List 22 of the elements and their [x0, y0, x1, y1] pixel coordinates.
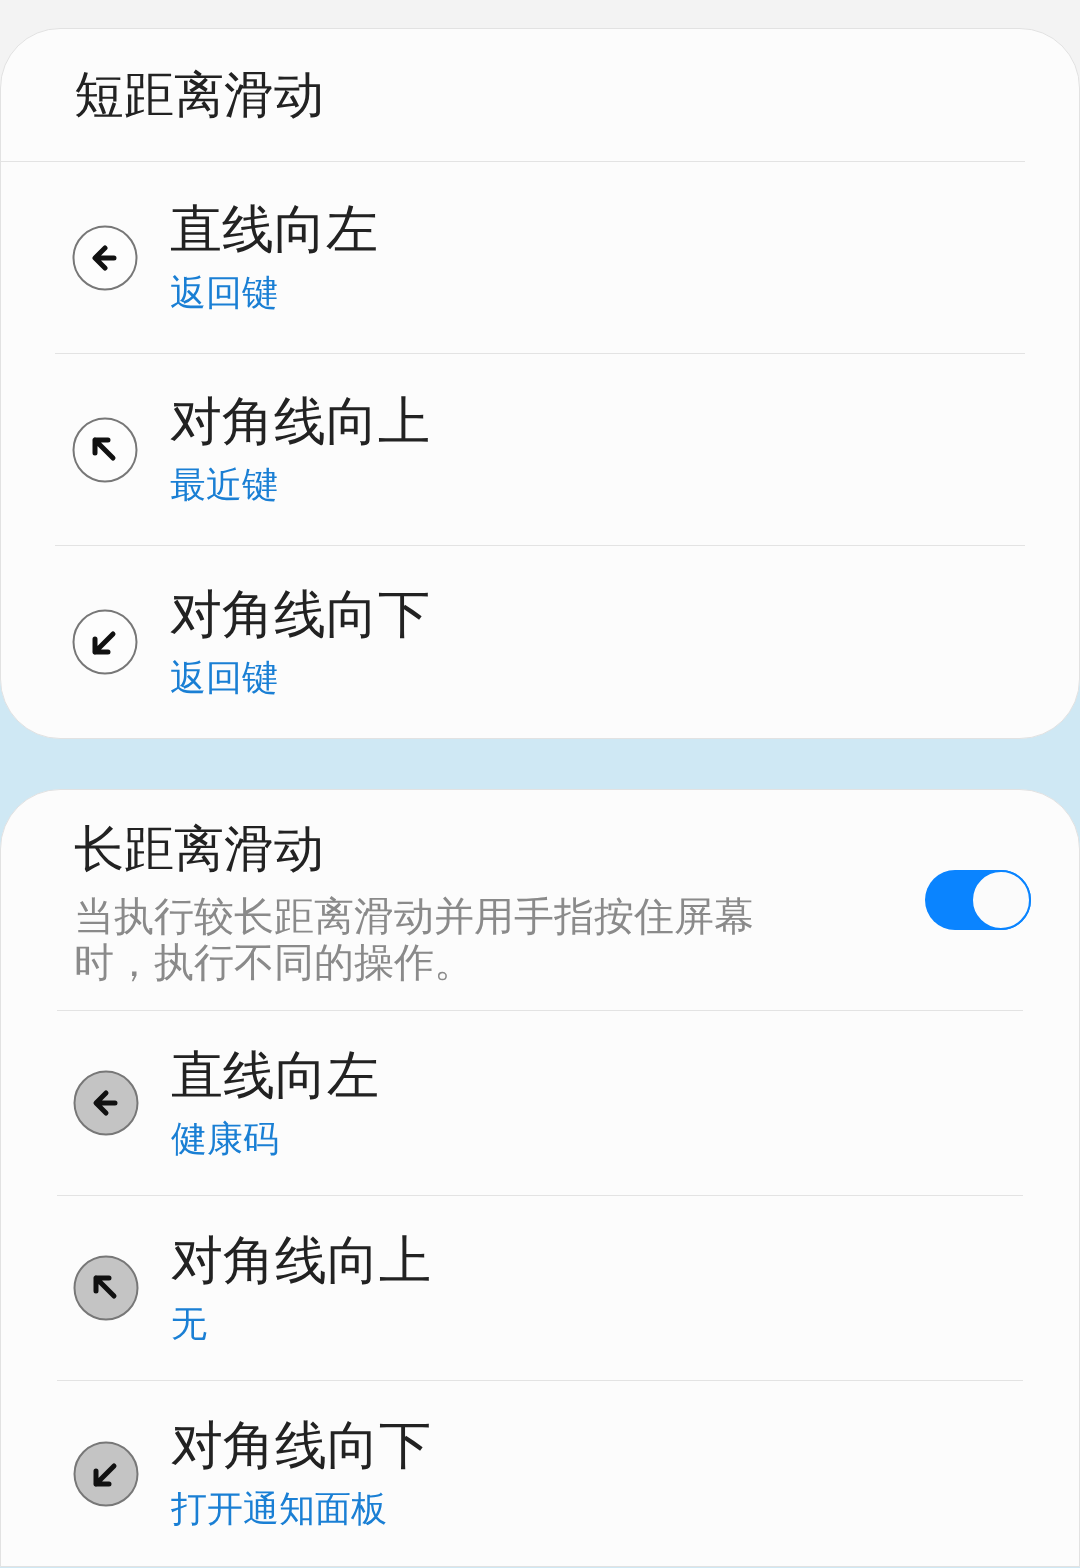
- item-value: 无: [171, 1301, 208, 1346]
- gesture-item[interactable]: 对角线向下 打开通知面板: [57, 1381, 1023, 1566]
- section-description: 当执行较长距离滑动并用手指按住屏幕时，执行不同的操作。: [74, 892, 755, 985]
- gesture-item[interactable]: 对角线向上 最近键: [55, 354, 1025, 546]
- section-title: 短距离滑动: [74, 64, 325, 126]
- gesture-item[interactable]: 直线向左 返回键: [55, 162, 1025, 354]
- item-value: 健康码: [171, 1116, 280, 1161]
- gesture-item[interactable]: 对角线向上 无: [57, 1196, 1023, 1381]
- item-title: 对角线向上: [171, 1228, 431, 1292]
- item-title: 对角线向上: [170, 390, 430, 453]
- item-title: 对角线向下: [170, 582, 430, 646]
- section-title: 长距离滑动: [74, 818, 325, 880]
- item-value: 打开通知面板: [171, 1487, 388, 1531]
- item-title: 对角线向下: [171, 1414, 431, 1477]
- gesture-item[interactable]: 直线向左 健康码: [57, 1011, 1023, 1196]
- item-title: 直线向左: [171, 1043, 379, 1107]
- item-value: 最近键: [170, 463, 279, 507]
- item-value: 返回键: [170, 655, 279, 700]
- item-title: 直线向左: [170, 198, 378, 261]
- item-value: 返回键: [170, 271, 279, 315]
- gesture-item[interactable]: 对角线向下 返回键: [55, 546, 1025, 738]
- toggle-switch[interactable]: [925, 870, 1031, 930]
